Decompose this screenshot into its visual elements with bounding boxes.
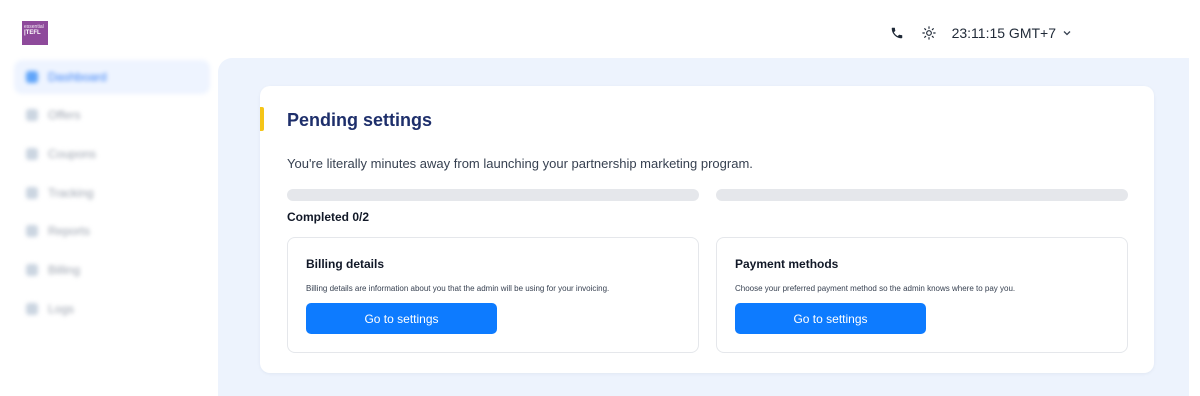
reports-icon [26,225,38,237]
payment-go-to-settings-button[interactable]: Go to settings [735,303,926,334]
progress-bar-step-1 [287,189,699,201]
sidebar-item-label: Reports [48,224,91,238]
step-description: Billing details are information about yo… [306,284,610,293]
sidebar-item-label: Tracking [48,186,94,200]
dashboard-icon [26,71,38,83]
payment-methods-step: Payment methods Choose your preferred pa… [716,237,1128,353]
sidebar-item-label: Logs [48,302,75,316]
sidebar-item-dashboard[interactable]: Dashboard [14,60,210,94]
brand-logo-line1: essential [24,24,44,30]
card-title: Pending settings [287,110,433,130]
offers-icon [26,109,38,121]
timezone-clock[interactable]: 23:11:15 GMT+7 [952,25,1072,41]
chevron-down-icon [1062,25,1072,41]
billing-go-to-settings-button[interactable]: Go to settings [306,303,497,334]
phone-icon[interactable] [888,24,906,42]
sidebar-item-label: Coupons [48,147,97,161]
sidebar-item-offers[interactable]: Offers [14,98,210,132]
top-bar: essential |TEFL 23:11:15 GMT+7 [0,0,1200,60]
card-subtitle: You're literally minutes away from launc… [287,156,753,171]
billing-icon [26,264,38,276]
progress-bar-step-2 [716,189,1128,201]
sidebar: Dashboard Offers Coupons Tracking Report… [0,60,218,396]
sidebar-item-billing[interactable]: Billing [14,253,210,287]
brand-logo-line2: |TEFL [24,30,41,36]
main-content: Pending settings You're literally minute… [218,58,1189,396]
pending-settings-card: Pending settings You're literally minute… [260,86,1154,373]
clock-text: 23:11:15 GMT+7 [951,25,1056,41]
logs-icon [26,303,38,315]
sidebar-item-logs[interactable]: Logs [14,292,210,326]
sidebar-item-label: Offers [48,108,81,122]
step-title: Billing details [306,257,385,271]
card-accent-bar [260,107,264,131]
header-actions: 23:11:15 GMT+7 [888,22,1072,44]
sun-icon[interactable] [920,24,938,42]
sidebar-item-reports[interactable]: Reports [14,214,210,248]
sidebar-item-tracking[interactable]: Tracking [14,176,210,210]
step-title: Payment methods [735,257,839,271]
sidebar-item-label: Dashboard [48,70,107,84]
step-description: Choose your preferred payment method so … [735,284,1016,293]
tracking-icon [26,187,38,199]
coupons-icon [26,148,38,160]
billing-details-step: Billing details Billing details are info… [287,237,699,353]
sidebar-item-coupons[interactable]: Coupons [14,137,210,171]
brand-logo[interactable]: essential |TEFL [22,21,48,45]
completed-count: Completed 0/2 [287,210,370,224]
sidebar-item-label: Billing [48,263,81,277]
